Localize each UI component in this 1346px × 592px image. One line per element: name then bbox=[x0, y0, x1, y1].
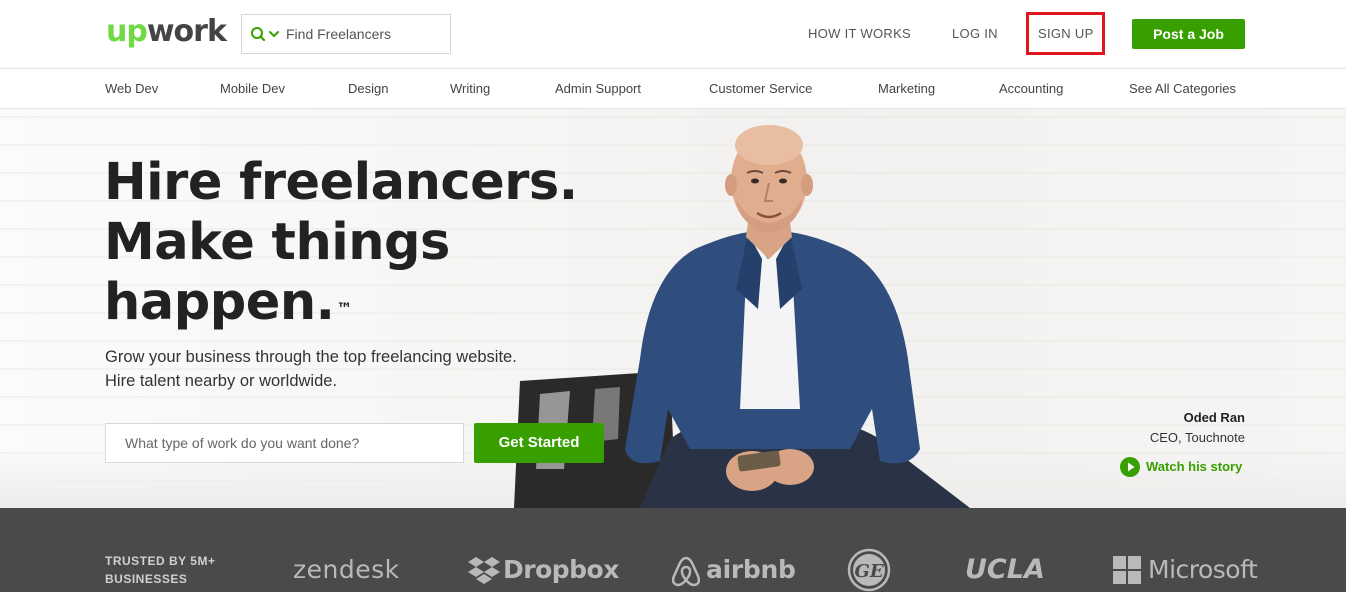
search-icon bbox=[251, 27, 279, 42]
freelancer-search-box[interactable] bbox=[241, 14, 451, 54]
category-see-all[interactable]: See All Categories bbox=[1129, 81, 1236, 97]
ucla-logo: UCLA bbox=[965, 554, 1045, 585]
post-a-job-button[interactable]: Post a Job bbox=[1132, 19, 1245, 49]
upwork-logo[interactable]: upwork bbox=[106, 14, 227, 50]
dropbox-icon bbox=[468, 557, 500, 584]
watch-story-label: Watch his story bbox=[1146, 459, 1243, 474]
headline-line-1: Hire freelancers. bbox=[104, 153, 578, 212]
airbnb-logo: airbnb bbox=[706, 555, 796, 584]
ge-logo-text: GE bbox=[854, 561, 883, 582]
microsoft-logo: Microsoft bbox=[1148, 555, 1258, 584]
nav-how-it-works[interactable]: HOW IT WORKS bbox=[808, 26, 911, 42]
search-input[interactable] bbox=[286, 15, 446, 53]
logo-work: work bbox=[146, 14, 227, 49]
category-writing[interactable]: Writing bbox=[450, 81, 490, 97]
nav-log-in[interactable]: LOG IN bbox=[952, 26, 998, 42]
nav-sign-up[interactable]: SIGN UP bbox=[1038, 26, 1094, 42]
ge-logo: GE bbox=[847, 548, 891, 592]
testimonial-title: CEO, Touchnote bbox=[1149, 430, 1245, 445]
category-mobile-dev[interactable]: Mobile Dev bbox=[220, 81, 285, 97]
search-dropdown-toggle[interactable] bbox=[250, 25, 282, 45]
logo-up: up bbox=[106, 14, 148, 49]
category-web-dev[interactable]: Web Dev bbox=[105, 81, 158, 97]
headline-line-3-text: happen. bbox=[104, 273, 335, 332]
trusted-label: TRUSTED BY 5M+ BUSINESSES bbox=[105, 554, 216, 586]
headline-line-3: happen. ™ bbox=[104, 273, 584, 333]
chevron-down-icon bbox=[269, 31, 279, 37]
work-type-input[interactable] bbox=[105, 423, 464, 463]
category-design[interactable]: Design bbox=[348, 81, 388, 97]
dropbox-logo: Dropbox bbox=[503, 555, 619, 584]
category-admin-support[interactable]: Admin Support bbox=[555, 81, 641, 97]
hero-subhead: Grow your business through the top freel… bbox=[105, 348, 517, 390]
trademark-symbol: ™ bbox=[336, 299, 353, 318]
trusted-by-bar: TRUSTED BY 5M+ BUSINESSES zendesk Dropbo… bbox=[0, 508, 1346, 592]
category-customer-service[interactable]: Customer Service bbox=[709, 81, 812, 97]
testimonial-name: Oded Ran bbox=[1183, 410, 1245, 425]
category-marketing[interactable]: Marketing bbox=[878, 81, 935, 97]
category-bar: Web Dev Mobile Dev Design Writing Admin … bbox=[0, 68, 1346, 109]
microsoft-icon bbox=[1113, 556, 1141, 584]
category-accounting[interactable]: Accounting bbox=[999, 81, 1063, 97]
hero-section: Hire freelancers. Make things happen. ™ G… bbox=[0, 109, 1346, 508]
top-header: upwork HOW IT WORKS LOG IN SIGN UP Post … bbox=[0, 0, 1346, 68]
play-icon bbox=[1120, 457, 1140, 477]
zendesk-logo: zendesk bbox=[293, 555, 400, 584]
airbnb-icon bbox=[671, 556, 701, 587]
hero-headline: Hire freelancers. Make things happen. ™ bbox=[104, 153, 584, 333]
headline-line-2: Make things bbox=[104, 213, 450, 272]
get-started-button[interactable]: Get Started bbox=[474, 423, 604, 463]
